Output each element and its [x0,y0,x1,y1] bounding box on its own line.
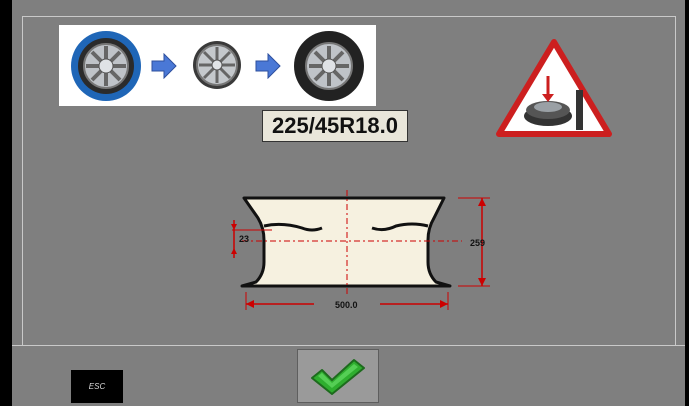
rim-dimension-diagram: 23 259 500.0 [231,190,490,310]
toolbar-divider [12,345,685,346]
wheel-with-tire-icon [294,31,364,101]
arrow-right-icon [151,53,177,79]
rim-profile [240,196,452,288]
bare-rim-icon [193,41,241,89]
width-value: 500.0 [335,300,358,310]
arrow-right-icon [255,53,281,79]
process-illustration [59,25,376,106]
tire-changer-warning-icon [496,39,612,137]
height-value: 259 [470,238,485,248]
confirm-button[interactable] [297,349,379,403]
offset-value: 23 [239,234,249,244]
esc-button[interactable]: ESC [71,370,123,403]
wheel-with-tire-icon [71,31,141,101]
checkmark-icon [311,359,365,395]
tire-size-display: 225/45R18.0 [262,110,408,142]
esc-label: ESC [88,382,106,391]
